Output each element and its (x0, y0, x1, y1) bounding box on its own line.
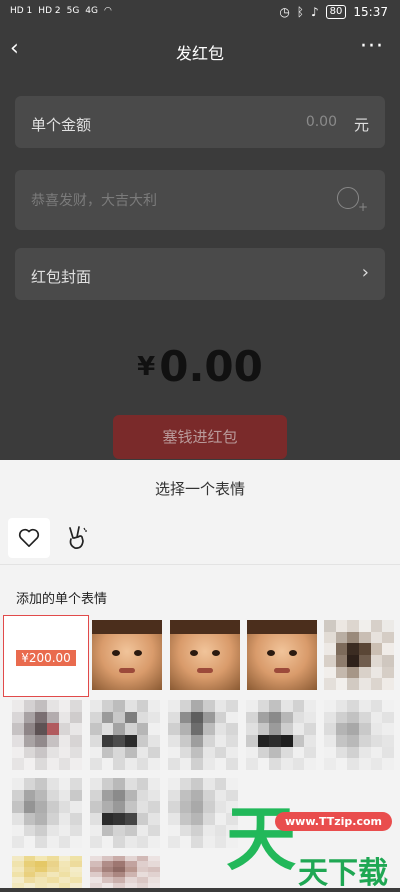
hair (247, 620, 317, 634)
cover-label: 红包封面 (31, 268, 92, 286)
peace-hand-icon (69, 526, 87, 549)
chevron-right-icon: › (361, 262, 369, 283)
greeting-field[interactable]: 恭喜发财，大吉大利 (15, 170, 385, 230)
clock: 15:37 (353, 5, 388, 19)
sticker-pixelated[interactable] (324, 700, 394, 770)
heart-icon (18, 528, 40, 547)
battery-level: 80 (325, 5, 347, 19)
wifi-icon: ◠ (104, 6, 112, 16)
hair (170, 620, 240, 634)
sticker-sheet: 选择一个表情 添加的单个表情 ¥200.00 天 www.TTzip.com 天… (0, 460, 400, 891)
sticker-pixelated[interactable] (324, 620, 394, 690)
eye (112, 650, 120, 656)
tab-peace[interactable] (56, 518, 98, 558)
mute-icon: ♪ (311, 5, 319, 19)
total-amount: ¥0.00 (0, 342, 400, 391)
sticker-baby-face-3[interactable] (247, 620, 317, 690)
sticker-tabs (0, 512, 400, 565)
sticker-pixelated[interactable] (90, 778, 160, 848)
nav-header: ‹ 发红包 ··· (0, 28, 400, 72)
greeting-input[interactable]: 恭喜发财，大吉大利 (31, 190, 157, 210)
cover-row[interactable]: 红包封面 › (15, 248, 385, 300)
page-title: 发红包 (175, 44, 224, 63)
mouth (274, 668, 290, 673)
eye (190, 650, 198, 656)
sticker-baby-face-2[interactable] (170, 620, 240, 690)
alarm-icon: ◷ (279, 5, 290, 19)
eye (212, 650, 220, 656)
sticker-pixelated[interactable] (90, 700, 160, 770)
eye (267, 650, 275, 656)
watermark-url: www.TTzip.com (275, 812, 392, 831)
currency-symbol: ¥ (137, 352, 156, 382)
signal-5g-label: 5G (66, 6, 80, 16)
tab-favorites[interactable] (8, 518, 50, 558)
sticker-pixelated[interactable] (12, 856, 82, 888)
watermark-text: 天下载 (298, 856, 388, 891)
section-label: 添加的单个表情 (16, 592, 108, 607)
sticker-pixelated[interactable] (12, 700, 82, 770)
sticker-baby-face-1[interactable] (92, 620, 162, 690)
send-money-button[interactable]: 塞钱进红包 (113, 415, 287, 459)
sim-1-label: HD 1 (10, 6, 33, 16)
sticker-pixelated[interactable] (246, 700, 316, 770)
emoji-add-icon[interactable] (337, 187, 368, 214)
sticker-pixelated[interactable] (90, 856, 160, 888)
mouth (197, 668, 213, 673)
total-value: 0.00 (159, 342, 263, 391)
amount-field[interactable]: 单个金额 0.00 元 (15, 96, 385, 148)
amount-input[interactable]: 0.00 (306, 114, 337, 130)
sim-2-label: HD 2 (38, 6, 61, 16)
amount-unit: 元 (353, 116, 369, 134)
status-bar: HD 1 HD 2 5G 4G ◠ ◷ ᛒ ♪ 80 15:37 (0, 0, 400, 28)
money-sticker-text: ¥200.00 (16, 650, 76, 666)
hair (92, 620, 162, 634)
eye (289, 650, 297, 656)
sticker-pixelated[interactable] (168, 700, 238, 770)
site-watermark: 天 www.TTzip.com 天下载 (220, 800, 400, 891)
sticker-money[interactable]: ¥200.00 (3, 615, 89, 697)
eye (134, 650, 142, 656)
sticker-pixelated[interactable] (12, 778, 82, 848)
more-options-icon[interactable]: ··· (360, 34, 384, 59)
sheet-title: 选择一个表情 (154, 480, 245, 498)
signal-4g-label: 4G (85, 6, 98, 16)
mouth (119, 668, 135, 673)
amount-label: 单个金额 (31, 116, 92, 134)
bluetooth-icon: ᛒ (296, 5, 304, 19)
